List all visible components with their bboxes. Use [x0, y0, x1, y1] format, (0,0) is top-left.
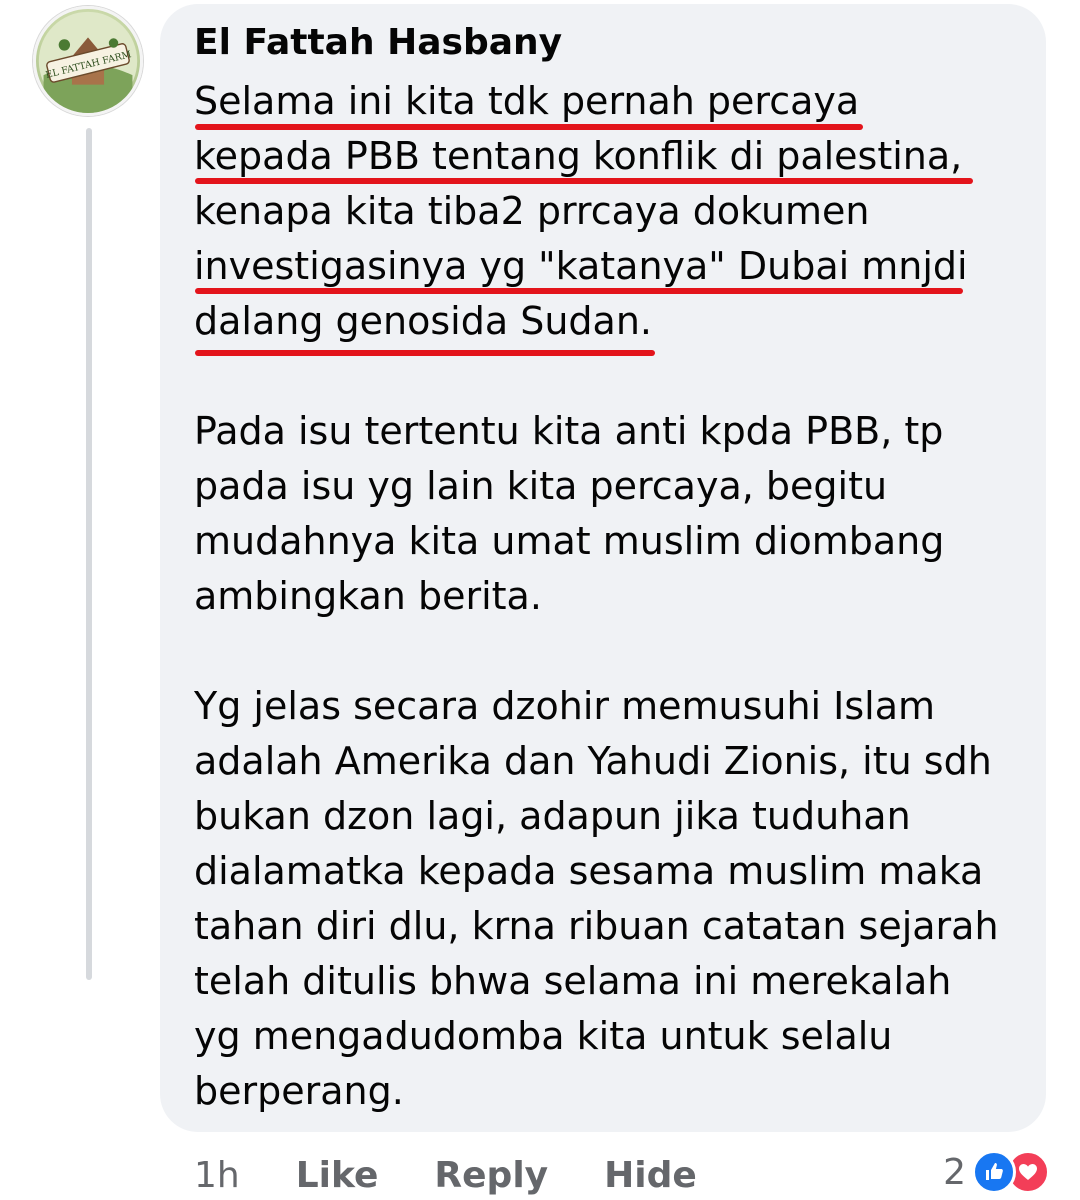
comment-screen: EL FATTAH FARM El Fattah Hasbany Selama … [0, 0, 1080, 1200]
comment-line: Yg jelas secara dzohir memusuhi Islam [194, 684, 936, 728]
comment-line: berperang. [194, 1069, 404, 1113]
comment-actions: 1h Like Reply Hide [194, 1150, 753, 1200]
red-underline [195, 178, 973, 184]
comment-line: adalah Amerika dan Yahudi Zionis, itu sd… [194, 739, 992, 783]
farm-logo-icon: EL FATTAH FARM [38, 11, 138, 113]
comment-line: telah ditulis bhwa selama ini merekalah [194, 959, 952, 1003]
comment-line: dalang genosida Sudan. [194, 299, 652, 343]
hide-button[interactable]: Hide [604, 1155, 697, 1196]
comment-line: kepada PBB tentang konflik di palestina, [194, 134, 963, 178]
comment-author[interactable]: El Fattah Hasbany [194, 20, 562, 66]
comment-line: dialamatka kepada sesama muslim maka [194, 849, 984, 893]
comment-line: investigasinya yg "katanya" Dubai mnjdi [194, 244, 968, 288]
comment-line: Pada isu tertentu kita anti kpda PBB, tp [194, 409, 944, 453]
comment-timestamp[interactable]: 1h [194, 1155, 240, 1196]
thread-line [86, 128, 92, 980]
comment-line: mudahnya kita umat muslim diombang [194, 519, 945, 563]
comment-line: ambingkan berita. [194, 574, 542, 618]
like-button[interactable]: Like [296, 1155, 379, 1196]
reaction-count: 2 [943, 1151, 966, 1193]
red-underline [195, 124, 863, 130]
comment-line: tahan diri dlu, krna ribuan catatan seja… [194, 904, 999, 948]
comment-line: kenapa kita tiba2 prrcaya dokumen [194, 189, 870, 233]
red-underline [195, 350, 655, 356]
thumbs-up-icon [986, 1163, 1003, 1180]
reply-button[interactable]: Reply [434, 1155, 548, 1196]
reaction-summary[interactable]: 2 [943, 1146, 1050, 1198]
avatar[interactable]: EL FATTAH FARM [33, 6, 143, 116]
comment-line: bukan dzon lagi, adapun jika tuduhan [194, 794, 911, 838]
like-reaction-icon [972, 1150, 1016, 1194]
comment-line: pada isu yg lain kita percaya, begitu [194, 464, 888, 508]
heart-icon [1019, 1164, 1037, 1180]
comment-line: yg mengadudomba kita untuk selalu [194, 1014, 893, 1058]
red-underline [195, 288, 963, 294]
comment-line: Selama ini kita tdk pernah percaya [194, 79, 860, 123]
